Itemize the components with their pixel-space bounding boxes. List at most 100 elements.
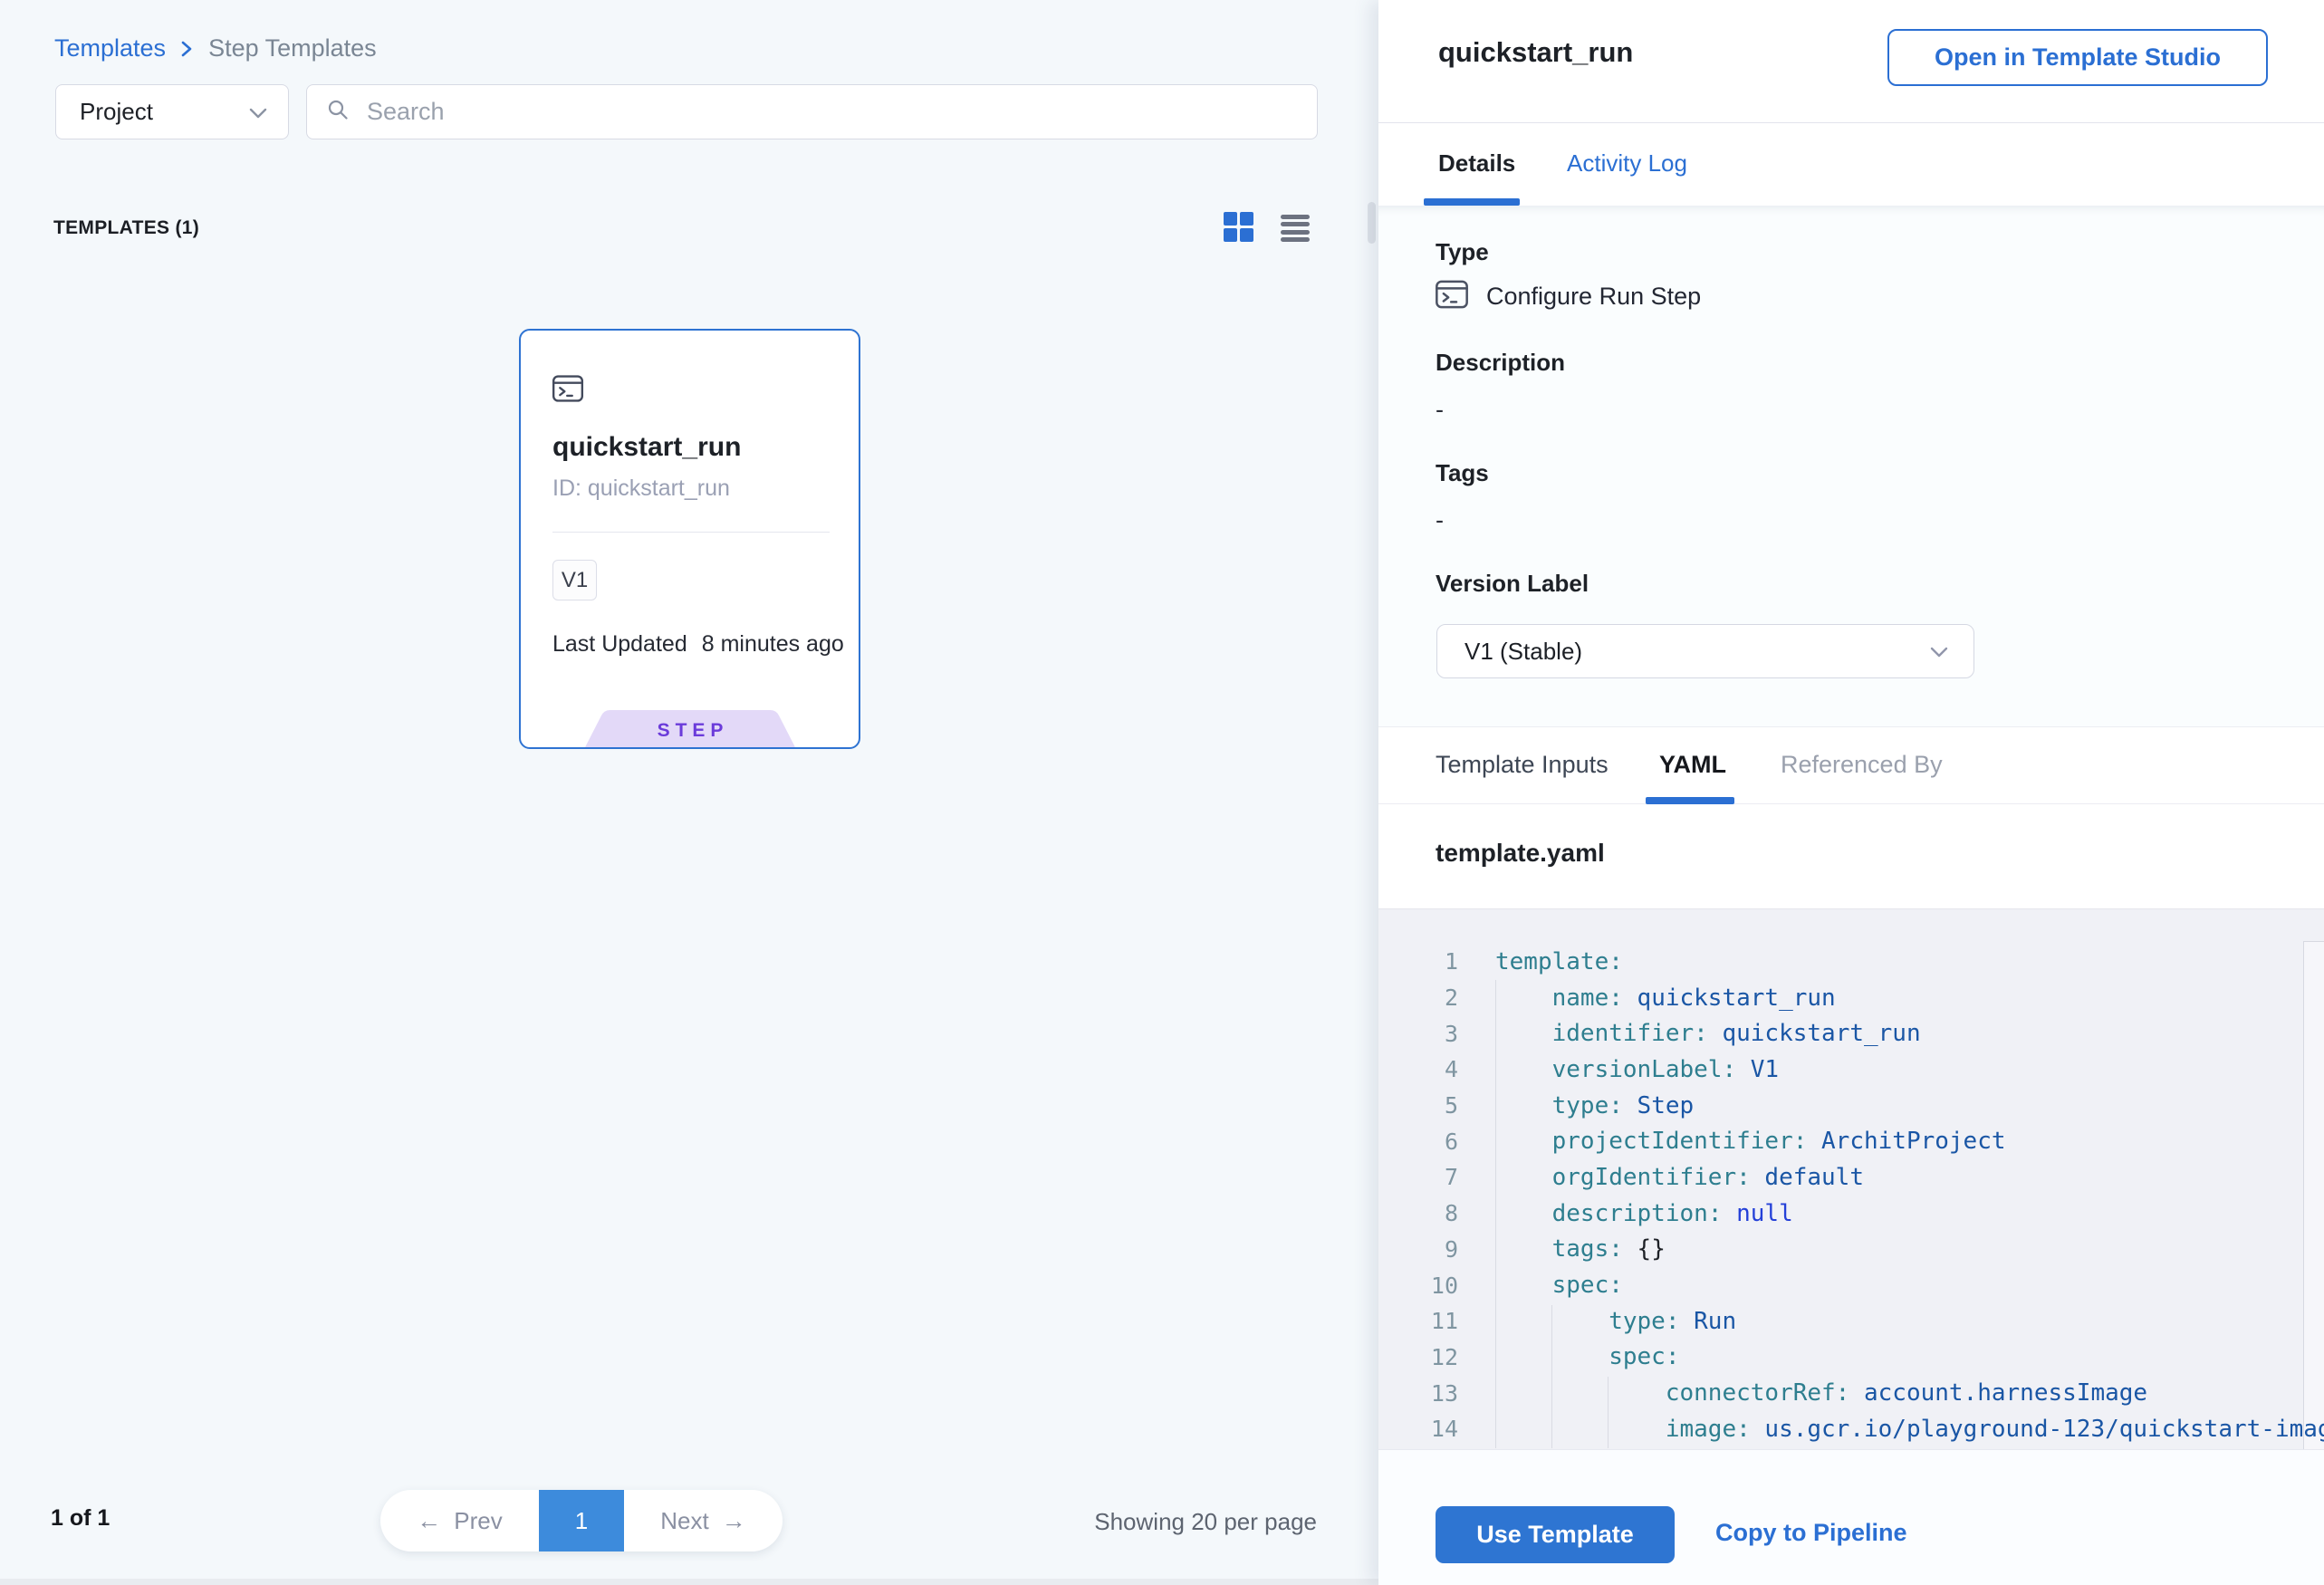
next-label: Next [660, 1507, 708, 1535]
tab-template-inputs[interactable]: Template Inputs [1436, 751, 1609, 779]
code-lines: 1template:2 name: quickstart_run3 identi… [1378, 944, 2324, 1447]
breadcrumb: Templates Step Templates [54, 34, 377, 62]
code-line: 6 projectIdentifier: ArchitProject [1378, 1123, 2324, 1159]
grid-view-button[interactable] [1224, 212, 1253, 242]
line-number: 3 [1378, 1021, 1458, 1047]
templates-list-panel: Templates Step Templates Project TEMPLAT… [0, 0, 1378, 1585]
pagination-page-1[interactable]: 1 [539, 1490, 624, 1551]
template-details-drawer: quickstart_run Open in Template Studio D… [1378, 0, 2324, 1585]
yaml-file-name: template.yaml [1436, 839, 1605, 868]
active-subtab-indicator [1646, 797, 1734, 804]
code-text: type: Run [1458, 1308, 1736, 1335]
yaml-file-bar: template.yaml [1378, 804, 2324, 908]
copy-to-pipeline-link[interactable]: Copy to Pipeline [1715, 1519, 1907, 1547]
version-select[interactable]: V1 (Stable) [1436, 624, 1974, 678]
card-version-badge: V1 [552, 560, 597, 600]
code-line: 13 connectorRef: account.harnessImage [1378, 1375, 2324, 1411]
drawer-title: quickstart_run [1438, 36, 1633, 69]
code-text: description: null [1458, 1200, 1793, 1227]
step-badge-label: STEP [583, 710, 797, 749]
type-value: Configure Run Step [1486, 283, 1701, 311]
tags-label: Tags [1436, 459, 1489, 487]
pagination-prev-button[interactable]: ← Prev [380, 1490, 539, 1551]
header-divider [1378, 122, 2324, 123]
code-line: 12 spec: [1378, 1340, 2324, 1376]
code-line: 7 orgIdentifier: default [1378, 1159, 2324, 1196]
breadcrumb-current: Step Templates [208, 34, 377, 62]
code-line: 1template: [1378, 944, 2324, 980]
scope-select[interactable]: Project [55, 84, 289, 139]
code-text: versionLabel: V1 [1458, 1056, 1779, 1083]
line-number: 6 [1378, 1129, 1458, 1155]
line-number: 13 [1378, 1380, 1458, 1407]
scope-select-value: Project [80, 98, 153, 126]
tab-referenced-by[interactable]: Referenced By [1781, 751, 1943, 779]
description-label: Description [1436, 349, 1565, 377]
line-number: 7 [1378, 1164, 1458, 1190]
use-template-button[interactable]: Use Template [1436, 1506, 1675, 1563]
tab-activity-log[interactable]: Activity Log [1567, 149, 1687, 178]
breadcrumb-templates-link[interactable]: Templates [54, 34, 166, 62]
search-input[interactable] [365, 97, 1299, 127]
yaml-editor[interactable]: 1template:2 name: quickstart_run3 identi… [1378, 908, 2324, 1449]
line-number: 12 [1378, 1344, 1458, 1370]
templates-count-heading: TEMPLATES (1) [53, 217, 199, 239]
description-value: - [1436, 396, 1444, 424]
line-number: 5 [1378, 1092, 1458, 1119]
panel-bottom-edge [0, 1579, 1378, 1585]
version-select-value: V1 (Stable) [1465, 638, 1582, 666]
code-line: 3 identifier: quickstart_run [1378, 1015, 2324, 1052]
arrow-right-icon: → [722, 1507, 746, 1535]
tab-details[interactable]: Details [1438, 149, 1515, 178]
search-icon [325, 97, 351, 127]
line-number: 11 [1378, 1308, 1458, 1334]
card-last-updated: Last Updated 8 minutes ago [552, 631, 844, 658]
last-updated-value: 8 minutes ago [702, 631, 844, 658]
line-number: 8 [1378, 1200, 1458, 1226]
list-view-icon [1281, 215, 1310, 219]
pagination-next-button[interactable]: Next → [624, 1490, 783, 1551]
type-label: Type [1436, 238, 1489, 266]
code-line: 4 versionLabel: V1 [1378, 1052, 2324, 1088]
panel-scrollbar-thumb[interactable] [1368, 202, 1376, 244]
pagination: ← Prev 1 Next → [380, 1490, 783, 1551]
version-label: Version Label [1436, 570, 1589, 598]
code-line: 2 name: quickstart_run [1378, 980, 2324, 1016]
line-number: 1 [1378, 948, 1458, 975]
open-in-template-studio-button[interactable]: Open in Template Studio [1887, 29, 2268, 86]
code-text: spec: [1458, 1272, 1623, 1299]
code-line: 14 image: us.gcr.io/playground-123/quick… [1378, 1411, 2324, 1447]
chevron-right-icon [180, 38, 194, 60]
drawer-footer: Use Template Copy to Pipeline [1378, 1449, 2324, 1585]
grid-view-icon [1224, 212, 1237, 226]
active-tab-indicator [1424, 198, 1520, 206]
code-text: image: us.gcr.io/playground-123/quicksta… [1458, 1416, 2324, 1443]
code-text: tags: {} [1458, 1235, 1666, 1263]
line-number: 4 [1378, 1056, 1458, 1082]
type-row: Configure Run Step [1434, 276, 1701, 317]
search-box [306, 84, 1318, 139]
terminal-icon [1434, 276, 1470, 317]
code-line: 8 description: null [1378, 1196, 2324, 1232]
arrow-left-icon: ← [417, 1507, 441, 1535]
terminal-icon [551, 371, 585, 410]
line-number: 9 [1378, 1236, 1458, 1263]
code-line: 10 spec: [1378, 1267, 2324, 1303]
tab-yaml[interactable]: YAML [1659, 751, 1726, 779]
details-section: Type Configure Run Step Description - Ta… [1378, 206, 2324, 726]
card-id: ID: quickstart_run [552, 476, 730, 502]
code-text: projectIdentifier: ArchitProject [1458, 1128, 2006, 1155]
line-number: 2 [1378, 985, 1458, 1011]
chevron-down-icon [248, 98, 268, 126]
code-line: 5 type: Step [1378, 1088, 2324, 1124]
tags-value: - [1436, 506, 1444, 534]
step-type-badge: STEP [583, 710, 797, 749]
pagination-range: 1 of 1 [51, 1505, 110, 1532]
code-text: identifier: quickstart_run [1458, 1020, 1921, 1047]
template-card-quickstart-run[interactable]: quickstart_run ID: quickstart_run V1 Las… [519, 329, 860, 749]
list-view-button[interactable] [1281, 215, 1310, 242]
chevron-down-icon [1928, 638, 1950, 666]
code-text: template: [1458, 948, 1623, 975]
code-text: orgIdentifier: default [1458, 1164, 1864, 1191]
card-divider [552, 532, 830, 533]
